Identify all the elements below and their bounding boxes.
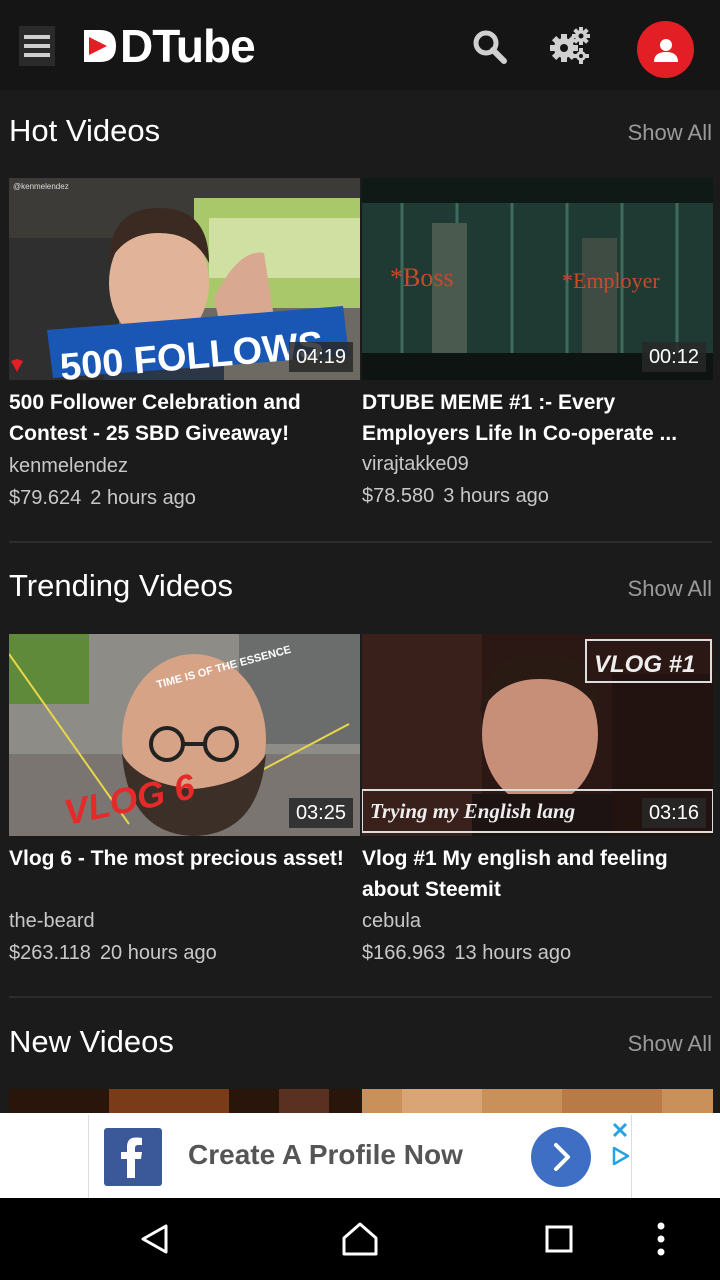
user-icon	[653, 38, 678, 62]
video-payout: $166.963	[362, 942, 446, 964]
search-button[interactable]	[471, 28, 509, 66]
video-duration: 00:12	[641, 342, 706, 372]
dtube-logo[interactable]: DTube	[80, 20, 256, 72]
section-divider	[9, 996, 712, 998]
video-author[interactable]: the-beard	[9, 910, 95, 933]
video-thumbnail[interactable]	[9, 1089, 360, 1113]
hamburger-icon	[24, 35, 50, 39]
ad-close-button[interactable]	[609, 1119, 631, 1141]
video-meta: $263.118 20 hours ago	[9, 942, 217, 965]
recents-button[interactable]	[535, 1216, 583, 1262]
thumbnail-overlay-text: VLOG #1	[594, 651, 695, 678]
thumbnail-label-left: *Boss	[390, 263, 454, 292]
video-payout: $79.624	[9, 487, 82, 509]
video-thumbnail-image	[9, 1089, 360, 1113]
home-icon	[342, 1222, 378, 1256]
top-app-bar: DTube	[0, 0, 720, 90]
ad-headline[interactable]: Create A Profile Now	[188, 1139, 463, 1171]
video-title[interactable]: Vlog #1 My english and feeling about Ste…	[362, 843, 707, 905]
show-all-trending-link[interactable]: Show All	[628, 576, 712, 602]
video-author[interactable]: virajtakke09	[362, 453, 469, 476]
ad-content[interactable]: Create A Profile Now	[88, 1115, 632, 1198]
video-payout: $78.580	[362, 485, 435, 507]
thumbnail-label-right: *Employer	[562, 268, 660, 293]
recents-square-icon	[545, 1225, 573, 1253]
video-title[interactable]: Vlog 6 - The most precious asset!	[9, 843, 354, 874]
video-age: 20 hours ago	[99, 942, 217, 964]
video-duration: 04:19	[288, 342, 353, 372]
video-author[interactable]: cebula	[362, 910, 421, 933]
show-all-new-link[interactable]: Show All	[628, 1031, 712, 1057]
video-author[interactable]: kenmelendez	[9, 455, 128, 478]
back-button[interactable]	[131, 1216, 179, 1262]
facebook-icon	[104, 1128, 162, 1186]
section-divider	[9, 541, 712, 543]
video-meta: $78.580 3 hours ago	[362, 485, 549, 508]
search-icon	[473, 30, 507, 64]
video-title[interactable]: DTUBE MEME #1 :- Every Employers Life In…	[362, 387, 707, 449]
video-meta: $166.963 13 hours ago	[362, 942, 571, 965]
video-thumbnail[interactable]: *Boss *Employer 00:12	[362, 178, 713, 380]
chevron-right-icon	[554, 1143, 570, 1171]
settings-button[interactable]	[549, 26, 591, 66]
video-title[interactable]: 500 Follower Celebration and Contest - 2…	[9, 387, 354, 449]
show-all-hot-link[interactable]: Show All	[628, 120, 712, 146]
video-duration: 03:16	[641, 798, 706, 828]
video-meta: $79.624 2 hours ago	[9, 487, 196, 510]
adchoices-button[interactable]	[609, 1145, 631, 1167]
video-thumbnail[interactable]	[362, 1089, 713, 1113]
video-payout: $263.118	[9, 942, 91, 964]
home-button[interactable]	[336, 1216, 384, 1262]
menu-button[interactable]	[19, 26, 55, 66]
video-thumbnail[interactable]: TIME IS OF THE ESSENCE VLOG 6 03:25	[9, 634, 360, 836]
more-vertical-icon	[657, 1222, 665, 1256]
dtube-play-icon	[84, 30, 116, 62]
section-title-new: New Videos	[9, 1024, 174, 1059]
system-navigation-bar	[0, 1198, 720, 1280]
video-thumbnail[interactable]: VLOG #1 Trying my English lang 03:16	[362, 634, 713, 836]
profile-button[interactable]	[637, 21, 694, 78]
gear-icon	[550, 27, 590, 64]
video-thumbnail-image	[362, 1089, 713, 1113]
video-thumbnail[interactable]: 500 FOLLOWS @kenmelendez 04:19	[9, 178, 360, 380]
video-age: 3 hours ago	[443, 485, 549, 507]
back-triangle-icon	[141, 1224, 168, 1254]
close-icon	[612, 1122, 628, 1138]
video-age: 2 hours ago	[90, 487, 196, 509]
section-title-trending: Trending Videos	[9, 568, 234, 603]
video-age: 13 hours ago	[454, 942, 572, 964]
adchoices-icon	[612, 1146, 630, 1166]
video-duration: 03:25	[288, 798, 353, 828]
logo-text: DTube	[120, 20, 256, 72]
overflow-menu-button[interactable]	[637, 1216, 685, 1262]
thumbnail-caption-text: Trying my English lang	[370, 799, 575, 823]
section-title-hot: Hot Videos	[9, 113, 161, 148]
thumbnail-corner-text: @kenmelendez	[13, 182, 69, 191]
ad-banner[interactable]: Create A Profile Now	[0, 1113, 720, 1198]
ad-arrow-button[interactable]	[531, 1127, 591, 1187]
